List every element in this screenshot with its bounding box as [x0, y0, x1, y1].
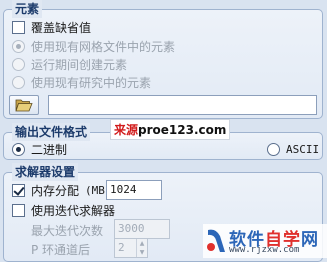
max-iterations-input[interactable]: 3000 [114, 219, 170, 239]
memory-allocation-checkbox[interactable] [12, 183, 25, 197]
ascii-radio[interactable] [267, 142, 280, 156]
memory-allocation-label: 内存分配 [31, 183, 80, 198]
p-loop-label: P 环通道后 [31, 243, 91, 257]
spinner-arrows[interactable]: ▲ ▼ [136, 239, 147, 257]
iterative-solver-option[interactable]: 使用迭代求解器 [12, 201, 115, 219]
binary-radio[interactable] [12, 142, 25, 156]
spinner-up-icon[interactable]: ▲ [137, 239, 147, 248]
site-logo-url: www.rjzxw.com [229, 245, 300, 255]
memory-allocation-option[interactable]: 内存分配 (MB) [12, 181, 112, 199]
binary-option[interactable]: 二进制 [12, 140, 67, 158]
existing-study-radio[interactable] [12, 75, 25, 89]
elements-group-title: 元素 [12, 0, 43, 18]
ascii-option[interactable]: ASCII [267, 140, 319, 158]
override-default-checkbox[interactable] [12, 20, 25, 34]
corner-logo-watermark: 软件自学网 www.rjzxw.com [203, 224, 327, 258]
existing-mesh-radio[interactable] [12, 39, 25, 53]
site-logo-icon [207, 229, 225, 252]
iterative-solver-checkbox[interactable] [12, 203, 25, 217]
folder-open-icon [15, 99, 33, 112]
create-runtime-radio[interactable] [12, 57, 25, 71]
option-existing-study[interactable]: 使用现有研究中的元素 [12, 73, 151, 91]
max-iterations-label: 最大迭代次数 [31, 224, 104, 238]
existing-mesh-label: 使用现有网格文件中的元素 [31, 39, 176, 54]
spinner-down-icon[interactable]: ▼ [137, 248, 147, 257]
create-runtime-label: 运行期间创建元素 [31, 57, 128, 72]
mesh-file-path-input[interactable] [48, 95, 317, 115]
option-create-runtime[interactable]: 运行期间创建元素 [12, 55, 127, 73]
option-existing-mesh[interactable]: 使用现有网格文件中的元素 [12, 37, 175, 55]
override-default-label: 覆盖缺省值 [31, 20, 92, 35]
binary-label: 二进制 [31, 142, 68, 157]
source-watermark: 来源proe123.com [110, 119, 231, 140]
solver-settings-title: 求解器设置 [12, 163, 79, 181]
iterative-solver-label: 使用迭代求解器 [31, 203, 116, 218]
memory-value-input[interactable]: 1024 [106, 180, 162, 200]
ascii-label: ASCII [286, 142, 320, 156]
existing-study-label: 使用现有研究中的元素 [31, 75, 152, 90]
output-format-title: 输出文件格式 [12, 123, 91, 141]
browse-folder-button[interactable] [9, 95, 39, 115]
p-loop-spinner[interactable]: 2 ▲ ▼ [114, 238, 148, 258]
override-default-option[interactable]: 覆盖缺省值 [12, 18, 91, 36]
